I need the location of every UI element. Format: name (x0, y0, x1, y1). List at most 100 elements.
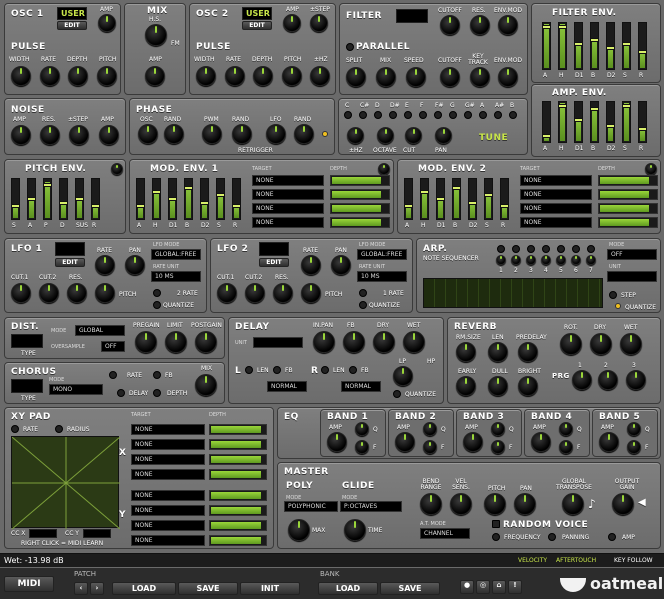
osc2-wave-display[interactable]: USER (242, 7, 272, 20)
mod-env2-slider-s[interactable] (484, 178, 493, 220)
mod-env1-slider-d1[interactable] (168, 178, 177, 220)
patch-prev-button[interactable]: ‹ (74, 582, 88, 595)
amp-env-slider-d1[interactable] (574, 101, 583, 143)
tune-note-toggle-9[interactable] (464, 111, 472, 119)
tool-icon-1[interactable]: ● (460, 580, 474, 594)
mix-amp-knob[interactable] (145, 66, 165, 86)
mod-env2-depth-4[interactable] (598, 217, 658, 228)
slider-thumb[interactable] (136, 204, 145, 209)
filter-env-slider-b[interactable] (590, 22, 599, 70)
eq-band-5-f-knob[interactable] (627, 440, 641, 454)
lfo1-pitch-knob[interactable] (95, 283, 115, 303)
mod-env1-slider-s[interactable] (216, 178, 225, 220)
tune-note-toggle-3[interactable] (374, 111, 382, 119)
slider-thumb[interactable] (216, 193, 225, 198)
eq-band-2-f-knob[interactable] (423, 440, 437, 454)
amp-env-slider-b[interactable] (590, 101, 599, 143)
tune-pan-knob[interactable] (435, 127, 452, 144)
aftertouch-toggle[interactable]: AFTERTOUCH (556, 557, 596, 564)
osc1-pitch-knob[interactable] (97, 66, 117, 86)
lfo2-rate-knob[interactable] (301, 255, 321, 275)
bank-load-button[interactable]: LOAD (318, 582, 378, 595)
lfo1-pan-knob[interactable] (125, 255, 145, 275)
mod-env2-slider-d1[interactable] (436, 178, 445, 220)
lfo1-quantize-toggle[interactable] (153, 301, 161, 309)
mod-env1-slider-b[interactable] (184, 178, 193, 220)
tool-icon-2[interactable]: ◎ (476, 580, 490, 594)
arp-step-knob-3[interactable] (526, 255, 536, 265)
slider-thumb[interactable] (638, 127, 647, 132)
mod-env2-slider-h[interactable] (420, 178, 429, 220)
dist-over-select[interactable]: OFF (101, 341, 125, 352)
master-mode2-select[interactable]: P:OCTAVES (340, 501, 402, 512)
slider-thumb[interactable] (420, 189, 429, 194)
reverb-early-knob[interactable] (456, 376, 476, 396)
reverb-p3-knob[interactable] (626, 370, 646, 390)
master-global-knob[interactable] (562, 493, 584, 515)
filter-envmod2-knob[interactable] (498, 67, 518, 87)
mod-env2-slider-b[interactable] (452, 178, 461, 220)
amp-env-slider-a[interactable] (542, 101, 551, 143)
slider-thumb[interactable] (75, 197, 84, 201)
noise-step-knob[interactable] (69, 125, 89, 145)
delay-fb-knob[interactable] (343, 331, 365, 353)
slider-thumb[interactable] (152, 189, 161, 194)
lfo2-rate2-toggle[interactable] (359, 289, 367, 297)
tune-octave-knob[interactable] (377, 127, 394, 144)
eq-band-3-amp-knob[interactable] (463, 432, 483, 452)
delay-l-fb-toggle[interactable] (273, 366, 281, 374)
eq-band-3-q-knob[interactable] (491, 422, 505, 436)
lfo2-unit-select[interactable]: 10 MS (357, 271, 407, 282)
chorus-mode-select[interactable]: MONO (49, 384, 103, 395)
xy-ccx-field[interactable] (29, 529, 57, 538)
patch-save-button[interactable]: SAVE (178, 582, 238, 595)
arp-sequencer-grid[interactable] (423, 278, 603, 308)
mod-env2-depth-3[interactable] (598, 203, 658, 214)
master-mode-select[interactable]: POLYPHONIC (284, 501, 338, 512)
reverb-predelay-knob[interactable] (518, 342, 538, 362)
slider-thumb[interactable] (91, 204, 100, 209)
filter-res-knob[interactable] (470, 15, 490, 35)
lfo2-res-knob[interactable] (273, 283, 293, 303)
slider-thumb[interactable] (558, 25, 567, 30)
reverb-bright-knob[interactable] (518, 376, 538, 396)
filter-env-slider-a[interactable] (542, 22, 551, 70)
xy-target-4[interactable]: NONE (131, 469, 205, 480)
slider-thumb[interactable] (574, 41, 583, 46)
slider-thumb[interactable] (27, 197, 36, 201)
amp-env-slider-d2[interactable] (606, 101, 615, 143)
tune-note-toggle-5[interactable] (404, 111, 412, 119)
filter-cutoff-knob[interactable] (440, 15, 460, 35)
mix-hs-knob[interactable] (145, 24, 167, 46)
master-pan-knob[interactable] (514, 493, 536, 515)
lfo2-pitch-knob[interactable] (301, 283, 321, 303)
lfo2-pan-knob[interactable] (331, 255, 351, 275)
master-random-toggle[interactable] (492, 520, 500, 528)
eq-band-1-f-knob[interactable] (355, 440, 369, 454)
arp-step-dot-6[interactable] (572, 245, 580, 253)
pitch-env-slider-s[interactable] (11, 178, 20, 220)
mod-env1-depth-1[interactable] (330, 175, 390, 186)
lfo1-cut2-knob[interactable] (39, 283, 59, 303)
filter-env-slider-d2[interactable] (606, 22, 615, 70)
eq-band-1-q-knob[interactable] (355, 422, 369, 436)
dist-pregain-knob[interactable] (135, 331, 157, 353)
eq-band-2-q-knob[interactable] (423, 422, 437, 436)
pitch-env-slider-d[interactable] (59, 178, 68, 220)
osc1-depth-knob[interactable] (68, 66, 88, 86)
arp-step-dot-1[interactable] (497, 245, 505, 253)
lfo2-mode-select[interactable]: GLOBAL:FREE (357, 249, 407, 260)
slider-thumb[interactable] (59, 200, 68, 205)
mod-env1-slider-a[interactable] (136, 178, 145, 220)
pitch-env-slider-r[interactable] (91, 178, 100, 220)
filter-parallel-toggle[interactable] (346, 43, 354, 51)
mod-env2-slider-a[interactable] (404, 178, 413, 220)
osc2-rate-knob[interactable] (225, 66, 245, 86)
delay-dry-knob[interactable] (373, 331, 395, 353)
xy-depth-8[interactable] (209, 535, 267, 546)
osc2-edit-button[interactable]: EDIT (242, 21, 272, 30)
delay-lp-knob[interactable] (393, 366, 413, 386)
reverb-rmsize-knob[interactable] (456, 342, 476, 362)
filter-env-slider-d1[interactable] (574, 22, 583, 70)
master-pitch-knob[interactable] (484, 493, 506, 515)
